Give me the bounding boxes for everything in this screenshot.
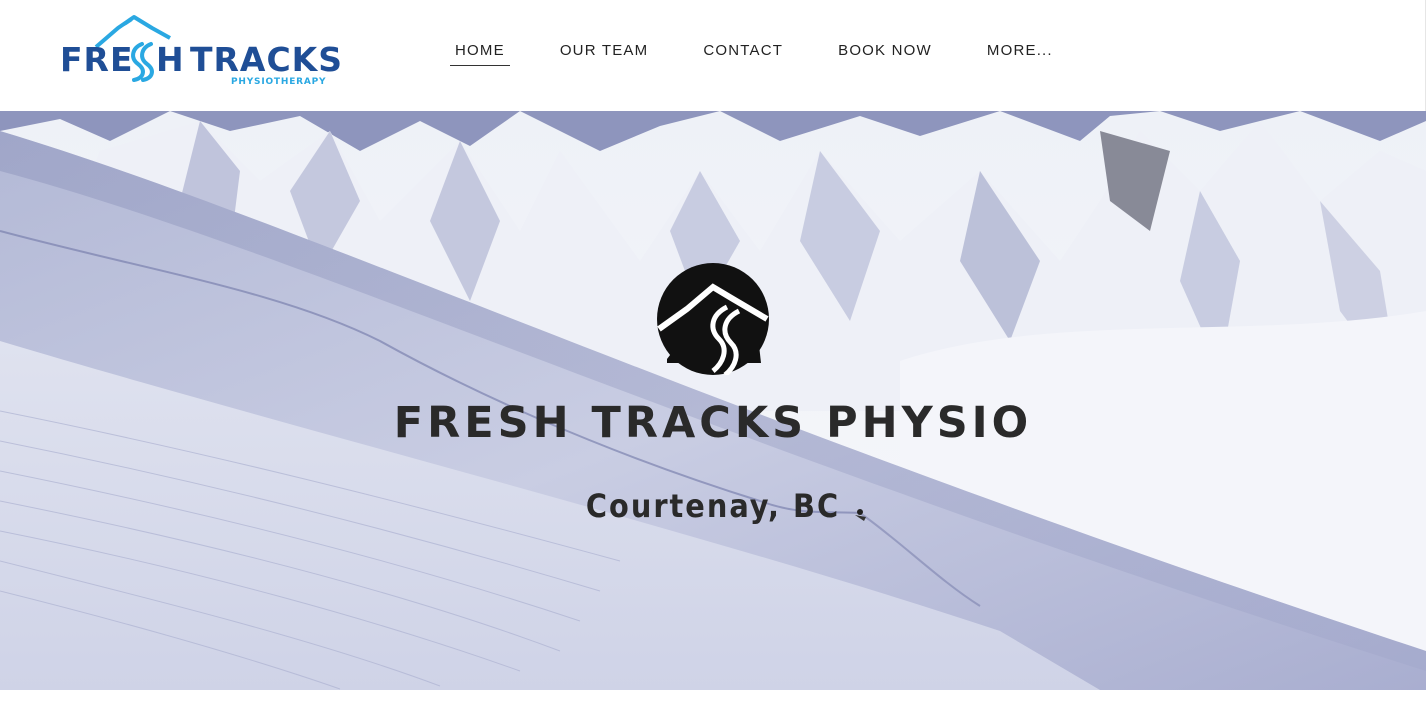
hero-subtitle: Courtenay, BC xyxy=(585,487,841,525)
logo-text-h: H xyxy=(156,40,185,79)
nav-item-book-now[interactable]: BOOK NOW xyxy=(833,38,937,65)
nav-item-home[interactable]: HOME xyxy=(450,38,510,66)
main-nav: HOME OUR TEAM CONTACT BOOK NOW MORE... xyxy=(450,38,1103,66)
nav-item-contact[interactable]: CONTACT xyxy=(698,38,788,65)
hero-title: FRESH TRACKS PHYSIO xyxy=(393,398,1033,448)
hero-banner: FRESH TRACKS PHYSIO Courtenay, BC xyxy=(0,111,1426,690)
logo-tagline: PHYSIOTHERAPY xyxy=(231,77,327,87)
site-logo[interactable]: FRE H TRACKS PHYSIOTHERAPY xyxy=(60,14,342,90)
mountain-ski-tracks-icon xyxy=(657,263,769,375)
nav-item-our-team[interactable]: OUR TEAM xyxy=(555,38,654,65)
page-bottom-strip xyxy=(0,690,1428,714)
site-header: FRE H TRACKS PHYSIOTHERAPY HOME OUR TEAM… xyxy=(0,0,1428,111)
logo-text-fre: FRE xyxy=(60,40,134,79)
header-edge-divider xyxy=(1425,0,1426,111)
nav-item-more[interactable]: MORE... xyxy=(982,38,1058,65)
logo-text-tracks: TRACKS xyxy=(190,40,344,79)
